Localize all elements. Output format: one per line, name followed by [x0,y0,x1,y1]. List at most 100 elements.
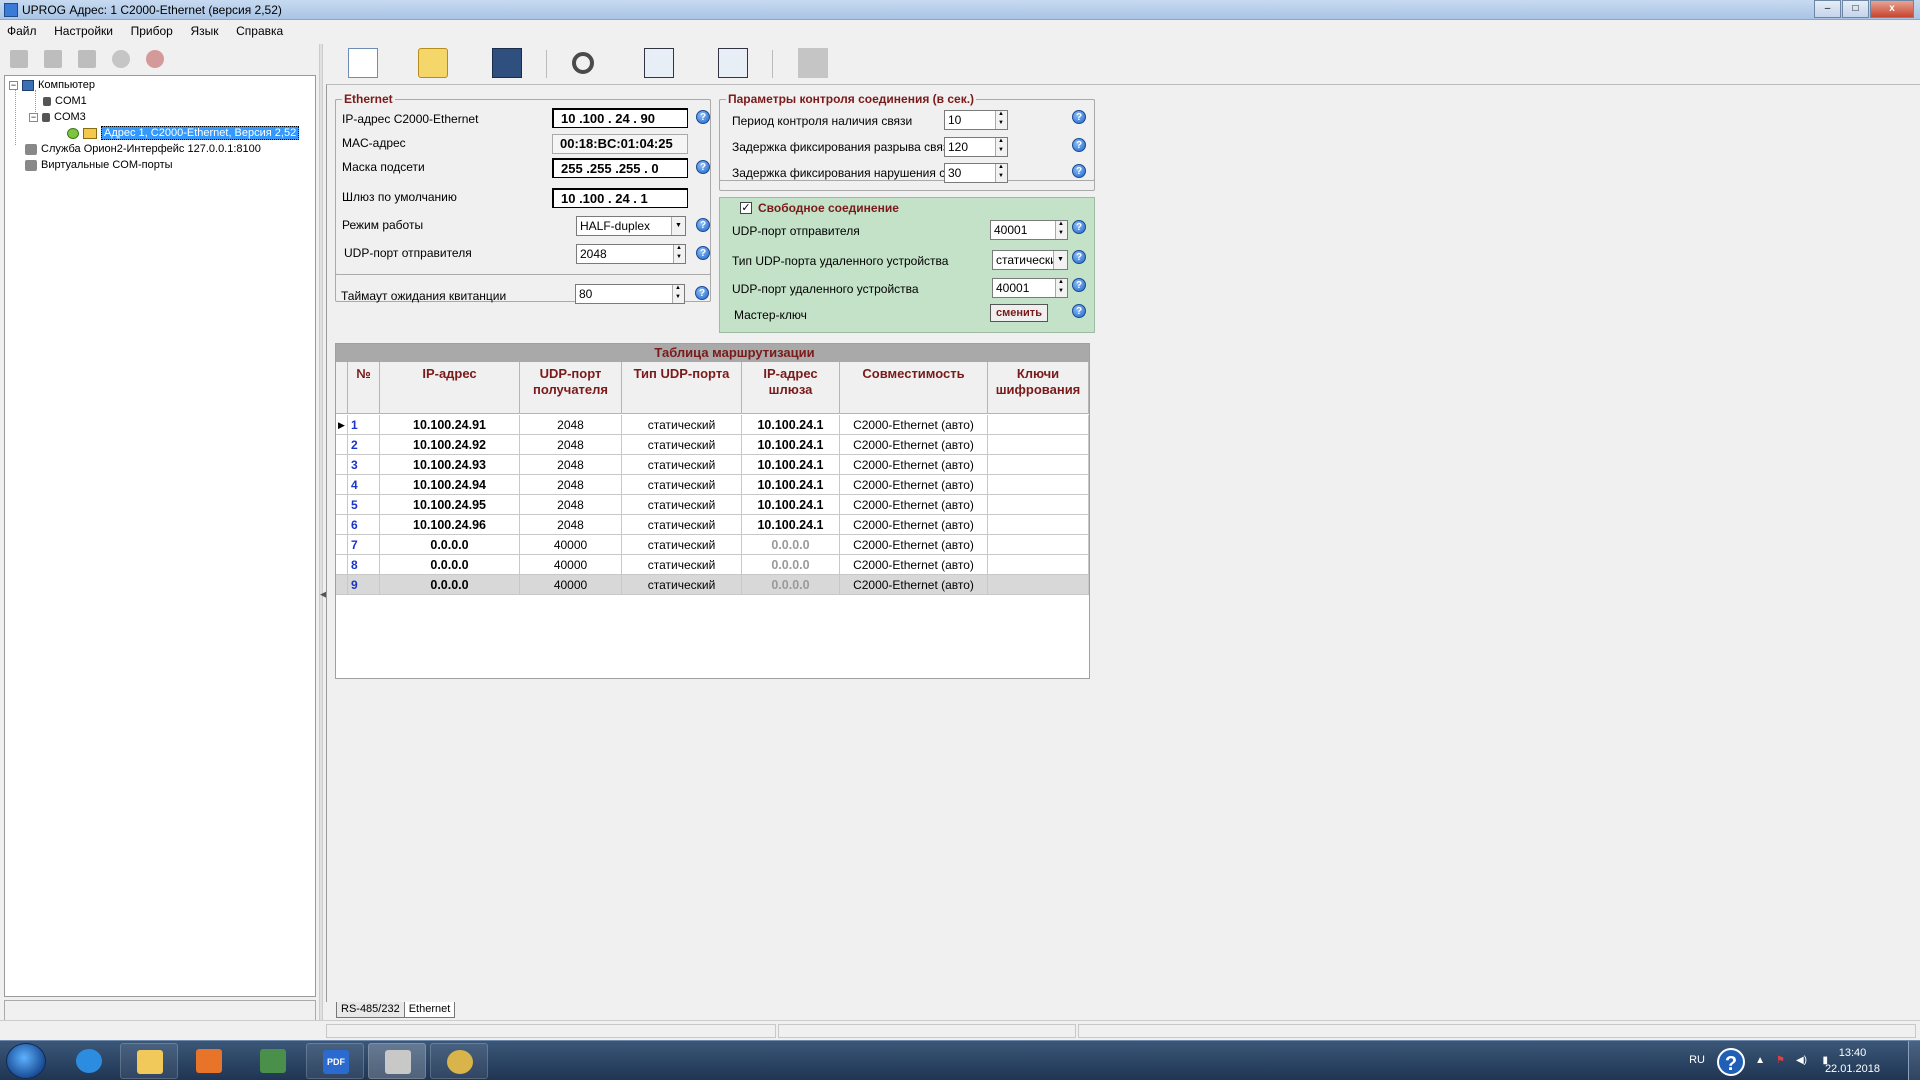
stepper-arrows-icon[interactable] [995,164,1007,182]
cell-port-type[interactable]: статический [622,555,742,575]
table-row[interactable]: 6 10.100.24.96 2048 статический 10.100.24.1 С… [336,515,1089,535]
write-icon[interactable] [44,50,62,68]
cell-number[interactable]: 6 [348,515,380,535]
ip-address-field[interactable]: 10 .100 . 24 . 90 [552,108,688,128]
taskbar-remote[interactable] [244,1043,302,1079]
free-connection-checkbox[interactable]: ✓ [740,202,752,214]
table-row[interactable]: 3 10.100.24.93 2048 статический 10.100.24.1 С… [336,455,1089,475]
free-udp-sender-stepper[interactable]: 40001 [990,220,1068,240]
new-file-icon[interactable] [348,48,378,78]
cell-number[interactable]: 3 [348,455,380,475]
menu-file[interactable]: Файл [0,20,44,38]
cell-keys[interactable] [988,435,1089,455]
menu-settings[interactable]: Настройки [47,20,120,38]
cell-ip[interactable]: 10.100.24.96 [380,515,520,535]
help-icon[interactable]: ? [695,286,709,300]
stepper-arrows-icon[interactable] [1055,221,1067,239]
stepper-arrows-icon[interactable] [673,245,685,263]
tree-item-service[interactable]: Служба Орион2-Интерфейс 127.0.0.1:8100 [25,142,261,157]
cell-gateway[interactable]: 10.100.24.1 [742,455,840,475]
taskbar-ie[interactable] [60,1043,118,1079]
subnet-mask-field[interactable]: 255 .255 .255 . 0 [552,158,688,178]
stepper-arrows-icon[interactable] [995,111,1007,129]
table-row[interactable]: ▶ 1 10.100.24.91 2048 статический 10.100.24.1… [336,415,1089,435]
cell-compatibility[interactable]: С2000-Ethernet (авто) [840,495,988,515]
help-icon[interactable]: ? [696,246,710,260]
save-icon[interactable] [492,48,522,78]
column-ip[interactable]: IP-адрес [380,362,520,414]
minimize-button[interactable]: – [1814,0,1841,18]
help-icon[interactable]: ? [1072,304,1086,318]
cell-udp-port[interactable]: 2048 [520,435,622,455]
change-key-button[interactable]: сменить [990,304,1048,322]
maximize-button[interactable]: □ [1842,0,1869,18]
udp-sender-port-stepper[interactable]: 2048 [576,244,686,264]
cell-port-type[interactable]: статический [622,495,742,515]
show-desktop-button[interactable] [1908,1041,1920,1080]
cell-compatibility[interactable]: С2000-Ethernet (авто) [840,555,988,575]
cell-number[interactable]: 9 [348,575,380,595]
cell-compatibility[interactable]: С2000-Ethernet (авто) [840,575,988,595]
cell-number[interactable]: 2 [348,435,380,455]
close-button[interactable]: x [1870,0,1914,18]
menu-help[interactable]: Справка [229,20,290,38]
copy-icon[interactable] [78,50,96,68]
write-config-icon[interactable] [718,48,748,78]
tree-item-virtual-ports[interactable]: Виртуальные COM-порты [25,158,173,173]
language-indicator[interactable]: RU [1689,1054,1705,1066]
stepper-arrows-icon[interactable] [1055,279,1067,297]
firmware-icon[interactable] [798,48,828,78]
cell-ip[interactable]: 0.0.0.0 [380,555,520,575]
cell-compatibility[interactable]: С2000-Ethernet (авто) [840,435,988,455]
cell-udp-port[interactable]: 40000 [520,575,622,595]
period-stepper[interactable]: 10 [944,110,1008,130]
taskbar-uprog[interactable] [368,1043,426,1079]
cell-ip[interactable]: 10.100.24.93 [380,455,520,475]
cell-gateway[interactable]: 0.0.0.0 [742,575,840,595]
cell-keys[interactable] [988,535,1089,555]
cell-compatibility[interactable]: С2000-Ethernet (авто) [840,515,988,535]
cell-compatibility[interactable]: С2000-Ethernet (авто) [840,415,988,435]
cell-port-type[interactable]: статический [622,515,742,535]
column-udp-port[interactable]: UDP-порт получателя [520,362,622,414]
tab-ethernet[interactable]: Ethernet [403,1002,456,1018]
cell-udp-port[interactable]: 2048 [520,415,622,435]
stepper-arrows-icon[interactable] [672,285,684,303]
read-config-icon[interactable] [644,48,674,78]
tree-item-computer[interactable]: − Компьютер [9,78,95,93]
cell-udp-port[interactable]: 2048 [520,515,622,535]
help-tray-icon[interactable]: ? [1717,1048,1745,1076]
cell-gateway[interactable]: 0.0.0.0 [742,555,840,575]
taskbar-explorer[interactable] [120,1043,178,1079]
column-gateway[interactable]: IP-адрес шлюза [742,362,840,414]
cell-keys[interactable] [988,555,1089,575]
clock[interactable]: 13:40 22.01.2018 [1825,1045,1880,1077]
cell-gateway[interactable]: 10.100.24.1 [742,495,840,515]
column-port-type[interactable]: Тип UDP-порта [622,362,742,414]
remote-port-stepper[interactable]: 40001 [992,278,1068,298]
cell-keys[interactable] [988,475,1089,495]
chevron-down-icon[interactable]: ▼ [671,217,685,235]
help-icon[interactable]: ? [1072,138,1086,152]
cell-keys[interactable] [988,455,1089,475]
cell-gateway[interactable]: 10.100.24.1 [742,415,840,435]
cell-gateway[interactable]: 0.0.0.0 [742,535,840,555]
cell-port-type[interactable]: статический [622,535,742,555]
cell-keys[interactable] [988,515,1089,535]
cell-keys[interactable] [988,495,1089,515]
cell-ip[interactable]: 0.0.0.0 [380,535,520,555]
cell-ip[interactable]: 0.0.0.0 [380,575,520,595]
cell-number[interactable]: 4 [348,475,380,495]
menu-device[interactable]: Прибор [124,20,180,38]
cell-compatibility[interactable]: С2000-Ethernet (авто) [840,535,988,555]
table-row[interactable]: 9 0.0.0.0 40000 статический 0.0.0.0 С2000-Eth… [336,575,1089,595]
column-number[interactable]: № [348,362,380,414]
cell-port-type[interactable]: статический [622,435,742,455]
taskbar-media[interactable] [180,1043,238,1079]
gateway-field[interactable]: 10 .100 . 24 . 1 [552,188,688,208]
taskbar-paint[interactable] [430,1043,488,1079]
read-icon[interactable] [10,50,28,68]
panel-splitter[interactable]: ◀ [319,44,327,1038]
help-icon[interactable]: ? [696,160,710,174]
cell-udp-port[interactable]: 40000 [520,555,622,575]
